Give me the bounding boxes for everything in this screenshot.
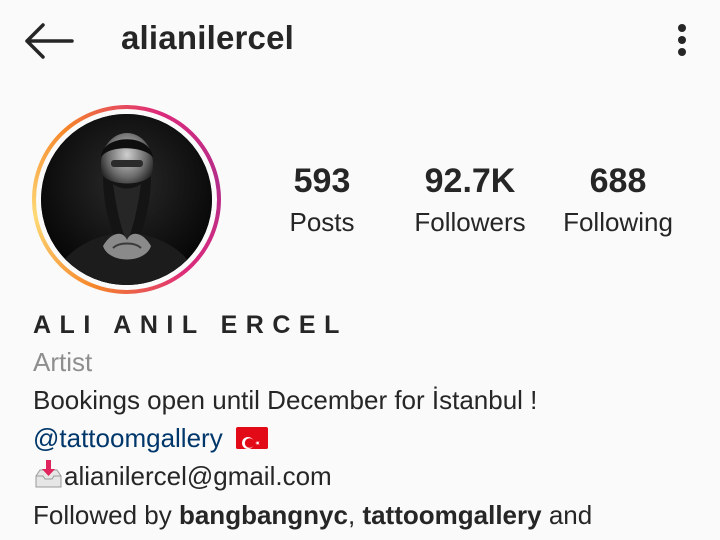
followed-by-suffix: and <box>541 500 593 530</box>
posts-label: Posts <box>289 207 355 237</box>
bio-email-line: alianilercel@gmail.com <box>33 458 332 494</box>
profile-header: alianilercel <box>0 0 720 84</box>
avatar[interactable] <box>41 114 212 285</box>
profile-full-name: ALI ANIL ERCEL <box>33 311 348 339</box>
followed-by-user-link[interactable]: tattoomgallery <box>362 500 541 530</box>
email-link[interactable]: alianilercel@gmail.com <box>64 461 332 491</box>
more-vertical-icon <box>678 24 686 56</box>
back-button[interactable] <box>18 18 78 64</box>
posts-stat[interactable]: 593 Posts <box>276 160 368 242</box>
followed-by-separator: , <box>347 500 363 530</box>
followers-count: 92.7K <box>424 162 516 200</box>
mention-link[interactable]: @tattoomgallery <box>33 423 223 453</box>
followed-by-user-link[interactable]: bangbangnyc <box>179 500 348 530</box>
profile-username: alianilercel <box>121 19 295 56</box>
story-ring[interactable] <box>32 105 221 294</box>
following-stat[interactable]: 688 Following <box>553 160 683 242</box>
followed-by-prefix: Followed by <box>33 500 179 530</box>
arrow-left-icon <box>25 23 74 59</box>
followed-by-line[interactable]: Followed by bangbangnyc, tattoomgallery … <box>33 497 592 533</box>
followers-stat[interactable]: 92.7K Followers <box>403 160 537 242</box>
posts-count: 593 <box>293 162 351 200</box>
inbox-tray-icon <box>33 459 64 490</box>
bio-mention-line: @tattoomgallery <box>33 420 268 456</box>
bio-text: Bookings open until December for İstanbu… <box>33 385 538 415</box>
following-label: Following <box>563 207 673 237</box>
avatar-photo <box>41 114 212 285</box>
followers-label: Followers <box>414 207 526 237</box>
profile-category: Artist <box>33 347 93 377</box>
turkey-flag-icon <box>235 427 268 449</box>
bio-overflow-line <box>33 532 93 540</box>
following-count: 688 <box>589 162 647 200</box>
more-options-button[interactable] <box>664 16 700 64</box>
